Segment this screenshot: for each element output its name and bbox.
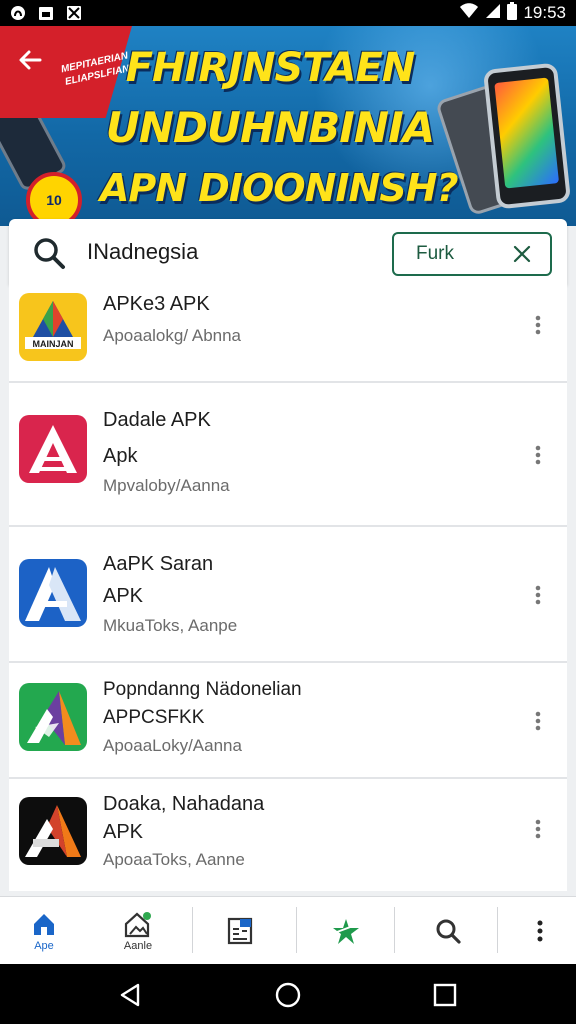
app-subtitle: APK [103, 821, 144, 843]
app-title: Dadale APK [103, 409, 211, 431]
more-vert-icon [537, 920, 543, 942]
headline-line-3: APN DIOONINSH? [100, 166, 459, 210]
calendar-icon [38, 5, 54, 21]
app-meta: Mpvaloby/Aanna [103, 476, 230, 495]
app-subtitle: APPCSFKK [103, 707, 205, 728]
home-icon [34, 914, 54, 935]
status-time: 19:53 [523, 3, 566, 22]
app-icon-blue [19, 559, 87, 627]
nav-item-apps[interactable] [210, 897, 270, 965]
app-result-list: MAINJAN APKe3 APK Apoaalokg/ Abnna Dadal… [9, 285, 567, 891]
gallery-icon [66, 5, 82, 21]
app-title: Popndanng Nädonelian [103, 679, 302, 700]
list-item[interactable]: Popndanng Nädonelian APPCSFKK ApoaaLoky/… [9, 665, 567, 779]
app-icon-green [19, 683, 87, 751]
app-icon-red [19, 415, 87, 483]
list-item[interactable]: Dadale APK Apk Mpvaloby/Aanna [9, 385, 567, 527]
status-bar: 19:53 [0, 0, 576, 26]
banner-headline: FHIRJNSTAEN UNDUHNBINIA APN DIOONINSH? [100, 38, 459, 218]
headline-line-1: FHIRJNSTAEN [125, 45, 416, 91]
more-vert-icon[interactable] [531, 709, 545, 733]
app-icon-yellow: MAINJAN [19, 293, 87, 361]
back-icon[interactable] [116, 980, 146, 1010]
app-subtitle: APK [103, 585, 144, 607]
app-meta: Apoaalokg/ Abnna [103, 326, 242, 345]
nav-item-search[interactable] [418, 897, 478, 965]
search-icon [436, 919, 461, 944]
filter-chip-label: Furk [416, 243, 454, 264]
app-title: Doaka, Nahadana [103, 793, 265, 815]
home-circle-icon[interactable] [273, 980, 303, 1010]
nav-divider [296, 907, 297, 953]
nav-divider [497, 907, 498, 953]
nav-divider [394, 907, 395, 953]
bottom-navigation: Ape Aanle [0, 896, 576, 964]
more-vert-icon[interactable] [531, 583, 545, 607]
app-icon-label: MAINJAN [32, 339, 73, 349]
app-screen: 19:53 MEPITAERIAN ELIAPSLFIAN 10 FHIRJNS… [0, 0, 576, 1024]
app-notification-icon [10, 5, 26, 21]
more-vert-icon[interactable] [531, 313, 545, 337]
nav-label: Ape [34, 940, 54, 952]
app-subtitle: Apk [103, 445, 138, 467]
wifi-icon [459, 2, 479, 24]
nav-label: Aanle [123, 940, 153, 952]
app-icon-black [19, 797, 87, 865]
list-item[interactable]: Doaka, Nahadana APK ApoaaToks, Aanne [9, 781, 567, 891]
nav-item-more[interactable] [516, 897, 564, 965]
list-item-text: Popndanng Nädonelian APPCSFKK ApoaaLoky/… [103, 677, 302, 759]
recents-icon[interactable] [430, 980, 460, 1010]
promo-badge: 10 [26, 172, 82, 226]
nav-item-featured[interactable] [316, 897, 376, 965]
star-icon [333, 919, 359, 944]
list-item[interactable]: MAINJAN APKe3 APK Apoaalokg/ Abnna [9, 285, 567, 383]
nav-item-images[interactable]: Aanle [108, 897, 168, 965]
back-button[interactable] [10, 40, 50, 80]
app-meta: MkuaToks, Aanpe [103, 616, 238, 635]
filter-chip[interactable]: Furk [392, 232, 552, 276]
app-meta: ApoaaToks, Aanne [103, 850, 245, 869]
apps-grid-icon [227, 917, 253, 945]
image-icon [124, 912, 151, 938]
search-input[interactable]: INadnegsia [87, 239, 198, 265]
battery-icon [507, 1, 518, 25]
nav-divider [192, 907, 193, 953]
headline-line-2: UNDUHNBINIA [105, 103, 435, 152]
promo-banner[interactable]: MEPITAERIAN ELIAPSLFIAN 10 FHIRJNSTAEN U… [0, 26, 576, 226]
list-item[interactable]: AaPK Saran APK MkuaToks, Aanpe [9, 529, 567, 663]
close-icon[interactable] [512, 244, 532, 264]
list-item-text: AaPK Saran APK MkuaToks, Aanpe [103, 551, 237, 639]
system-navigation-bar [0, 964, 576, 1024]
list-item-text: Doaka, Nahadana APK ApoaaToks, Aanne [103, 791, 264, 873]
search-icon [34, 238, 65, 269]
more-vert-icon[interactable] [531, 817, 545, 841]
list-item-text: APKe3 APK Apoaalokg/ Abnna [103, 291, 241, 349]
phone-illustration-front [482, 62, 572, 210]
arrow-back-icon [19, 50, 42, 70]
more-vert-icon[interactable] [531, 443, 545, 467]
list-item-text: Dadale APK Apk Mpvaloby/Aanna [103, 407, 230, 499]
app-title: APKe3 APK [103, 293, 210, 315]
app-meta: ApoaaLoky/Aanna [103, 736, 242, 755]
nav-item-home[interactable]: Ape [14, 897, 74, 965]
cellular-signal-icon [485, 3, 501, 24]
search-bar[interactable]: INadnegsia Furk [9, 219, 567, 285]
app-title: AaPK Saran [103, 553, 214, 575]
